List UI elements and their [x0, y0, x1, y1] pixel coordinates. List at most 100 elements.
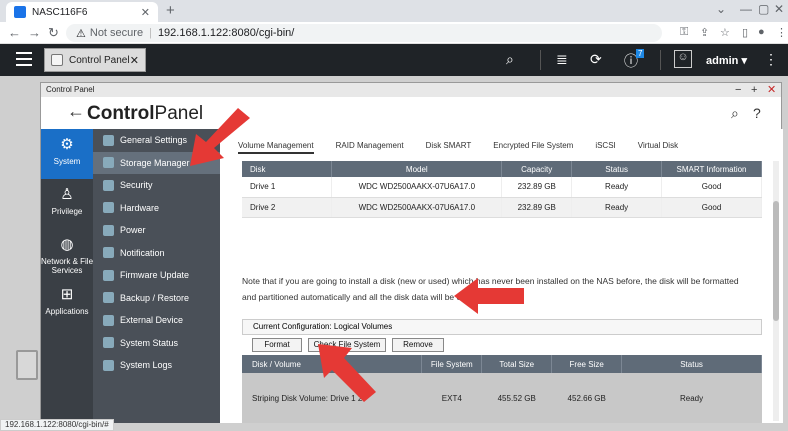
table-cell: WDC WD2500AAKX-07U6A17.0 [331, 197, 503, 218]
help-icon[interactable]: ? [753, 105, 761, 121]
window-title: Control Panel [46, 85, 95, 94]
user-menu[interactable]: admin ▾ [706, 54, 747, 67]
star-icon[interactable]: ☆ [720, 26, 730, 39]
sidebar-item-system[interactable]: ⚙ System [41, 129, 93, 179]
browser-tab[interactable]: NASC116F6 ✕ [6, 2, 158, 22]
bell-icon [103, 247, 114, 259]
device-icon [103, 314, 114, 326]
reload-icon[interactable]: ↻ [48, 25, 59, 41]
submenu-item-backup-restore[interactable]: Backup / Restore [93, 287, 220, 310]
submenu-label: General Settings [120, 135, 188, 146]
close-icon[interactable]: ✕ [130, 54, 139, 67]
sidebar-item-network[interactable]: ◍ Network & File Services [41, 229, 93, 279]
security-label: Not secure [89, 27, 144, 39]
back-arrow-icon[interactable]: ← [67, 101, 85, 122]
more-icon[interactable]: ⋮ [764, 51, 778, 68]
tab-iscsi[interactable]: iSCSI [595, 141, 615, 154]
submenu-label: Backup / Restore [120, 292, 190, 303]
column-header[interactable]: Capacity [501, 161, 573, 177]
search-icon[interactable]: ⌕ [506, 51, 514, 68]
submenu-item-firmware-update[interactable]: Firmware Update [93, 264, 220, 287]
submenu-label: Security [120, 180, 153, 191]
sidebar-item-label: Network & File Services [41, 257, 94, 275]
table-row[interactable]: Drive 2 WDC WD2500AAKX-07U6A17.0 232.89 … [242, 197, 762, 218]
firmware-icon [103, 269, 114, 281]
column-header[interactable]: Status [621, 355, 762, 373]
sync-icon[interactable]: ⟳ [590, 51, 602, 68]
url-text: 192.168.1.122:8080/cgi-bin/ [157, 27, 295, 39]
taskbar-app-tab[interactable]: Control Panel ✕ [44, 48, 146, 72]
column-header[interactable]: File System [421, 355, 483, 373]
sidepanel-icon[interactable]: ▯ [742, 26, 748, 39]
key-icon[interactable]: ⚿ [680, 26, 688, 39]
close-icon[interactable]: ✕ [767, 83, 776, 97]
back-icon[interactable]: ← [8, 25, 21, 40]
submenu-item-system-status[interactable]: System Status [93, 332, 220, 355]
sidebar-item-applications[interactable]: ⊞ Applications [41, 279, 93, 329]
table-cell: Ready [571, 197, 663, 218]
minimize-icon[interactable]: − [735, 83, 741, 97]
share-icon[interactable]: ⇪ [700, 26, 709, 39]
column-header[interactable]: Total Size [481, 355, 553, 373]
tab-virtual-disk[interactable]: Virtual Disk [638, 141, 678, 154]
user-name: admin [706, 55, 739, 67]
table-cell: Ready [571, 177, 663, 198]
submenu-item-power[interactable]: Power [93, 219, 220, 242]
submenu-item-hardware[interactable]: Hardware [93, 197, 220, 220]
close-tab-icon[interactable]: ✕ [141, 6, 150, 19]
new-tab-icon[interactable]: + [166, 2, 175, 19]
scrollbar-thumb[interactable] [773, 201, 779, 321]
submenu-label: System Status [120, 337, 179, 348]
chevron-down-icon[interactable]: ⌄ [716, 2, 726, 16]
close-window-icon[interactable]: ✕ [774, 2, 784, 16]
submenu-item-system-logs[interactable]: System Logs [93, 354, 220, 377]
page-title-bold: Control [87, 103, 155, 124]
smart-status: Good [661, 177, 762, 198]
maximize-icon[interactable]: + [751, 83, 757, 97]
backup-icon [103, 292, 114, 304]
tab-disk-smart[interactable]: Disk SMART [426, 141, 472, 154]
table-cell: Ready [621, 373, 762, 423]
submenu-label: Notification [120, 247, 165, 258]
table-cell: 452.66 GB [551, 373, 622, 423]
submenu-item-notification[interactable]: Notification [93, 242, 220, 265]
menu-icon[interactable] [16, 52, 32, 66]
site-favicon-icon [14, 6, 26, 18]
window-header: ← ControlPanel ⌕ ? [41, 97, 781, 129]
submenu-label: Hardware [120, 202, 160, 213]
trash-icon[interactable] [16, 350, 38, 380]
profile-icon[interactable]: ● [758, 26, 765, 38]
smart-status: Good [661, 197, 762, 218]
submenu-item-security[interactable]: Security [93, 174, 220, 197]
table-cell: Drive 1 [242, 177, 333, 198]
avatar[interactable]: ☺ [674, 50, 692, 68]
more-icon[interactable]: ⋮ [776, 26, 787, 39]
qnap-topbar: Control Panel ✕ ⌕ ≣ ⟳ ⓘ 7 ☺ admin ▾ ⋮ [0, 44, 788, 76]
column-header[interactable]: Model [331, 161, 503, 177]
tab-encrypted-file-system[interactable]: Encrypted File System [493, 141, 573, 154]
status-bar-url: 192.168.1.122:8080/cgi-bin/# [0, 419, 114, 431]
annotation-arrow-remove [454, 278, 524, 314]
column-header[interactable]: Status [571, 161, 663, 177]
forward-icon[interactable]: → [28, 25, 41, 40]
gear-icon: ⚙ [60, 136, 74, 153]
table-cell: EXT4 [421, 373, 482, 423]
column-header[interactable]: Free Size [551, 355, 623, 373]
divider [660, 50, 661, 70]
power-icon [103, 224, 114, 236]
table-row[interactable]: Drive 1 WDC WD2500AAKX-07U6A17.0 232.89 … [242, 177, 762, 198]
column-header[interactable]: SMART Information [661, 161, 762, 177]
tasks-icon[interactable]: ≣ [556, 51, 568, 68]
address-bar[interactable]: ⚠ Not secure | 192.168.1.122:8080/cgi-bi… [66, 24, 662, 42]
submenu-item-external-device[interactable]: External Device [93, 309, 220, 332]
remove-button[interactable]: Remove [392, 338, 444, 352]
divider: | [149, 27, 152, 39]
maximize-icon[interactable]: ▢ [758, 2, 769, 16]
minimize-icon[interactable]: — [740, 2, 752, 16]
annotation-arrow-volume [318, 344, 376, 402]
tab-raid-management[interactable]: RAID Management [336, 141, 404, 154]
scrollbar[interactable] [773, 161, 779, 421]
search-icon[interactable]: ⌕ [731, 105, 739, 122]
format-button[interactable]: Format [252, 338, 302, 352]
sidebar-item-privilege[interactable]: ♙ Privilege [41, 179, 93, 229]
